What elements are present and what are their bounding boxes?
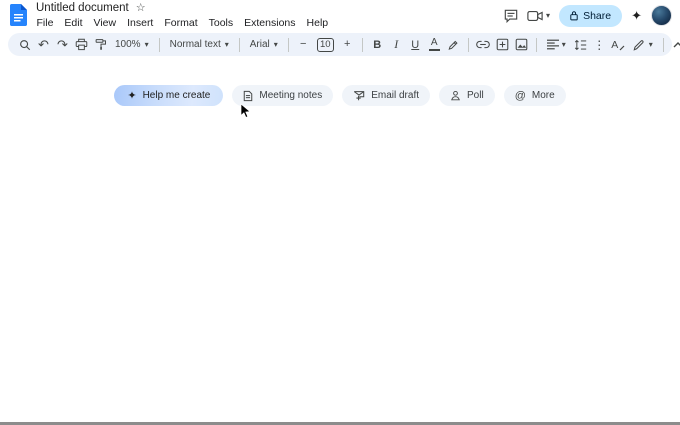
more-label: More <box>532 90 555 101</box>
more-toolbar-options-icon[interactable]: ⋮ <box>591 35 608 54</box>
hide-menus-icon[interactable] <box>670 35 680 54</box>
decrease-font-size-button[interactable]: − <box>295 35 312 54</box>
lock-icon <box>570 10 578 21</box>
email-draft-icon <box>353 90 365 101</box>
star-document-icon[interactable]: ☆ <box>136 3 146 14</box>
meeting-notes-label: Meeting notes <box>259 90 322 101</box>
email-draft-chip[interactable]: Email draft <box>342 85 430 106</box>
comment-history-icon[interactable] <box>504 9 518 23</box>
toolbar-divider <box>288 38 289 52</box>
poll-person-icon <box>450 90 461 101</box>
toolbar-divider <box>362 38 363 52</box>
toolbar-divider <box>159 38 160 52</box>
user-avatar[interactable] <box>651 5 672 26</box>
font-family-select[interactable]: Arial ▾ <box>246 35 282 54</box>
align-caret-icon: ▾ <box>562 41 566 49</box>
menu-extensions[interactable]: Extensions <box>239 16 301 30</box>
italic-icon[interactable]: I <box>388 35 405 54</box>
meet-dropdown-caret-icon[interactable]: ▾ <box>546 12 550 20</box>
pen-markup-select[interactable]: ▾ <box>629 35 657 54</box>
app-header: Untitled document ☆ File Edit View Inser… <box>0 0 680 31</box>
poll-chip[interactable]: Poll <box>439 85 495 106</box>
toolbar-divider <box>468 38 469 52</box>
paragraph-style-value: Normal text <box>170 39 221 50</box>
google-docs-logo-icon[interactable] <box>10 4 27 26</box>
font-family-value: Arial <box>250 39 270 50</box>
menubar: File Edit View Insert Format Tools Exten… <box>31 16 334 30</box>
toolbar-divider <box>536 38 537 52</box>
bold-icon[interactable]: B <box>369 35 386 54</box>
menu-insert[interactable]: Insert <box>122 16 159 30</box>
align-left-icon <box>547 39 559 50</box>
sparkle-icon: ✦ <box>127 89 136 102</box>
insert-image-icon[interactable] <box>513 35 530 54</box>
at-sign-icon: @ <box>515 90 526 102</box>
print-icon[interactable] <box>73 35 90 54</box>
line-spacing-icon[interactable] <box>572 35 589 54</box>
undo-icon[interactable]: ↶ <box>35 35 52 54</box>
zoom-select[interactable]: 100% ▾ <box>111 35 153 54</box>
text-color-bar <box>429 49 440 52</box>
meeting-notes-doc-icon <box>243 90 253 102</box>
font-size-input[interactable]: 10 <box>317 38 334 52</box>
document-title[interactable]: Untitled document <box>36 2 129 14</box>
redo-icon[interactable]: ↷ <box>54 35 71 54</box>
paragraph-style-caret-icon: ▾ <box>225 41 229 49</box>
pen-icon <box>633 39 645 51</box>
share-button-label: Share <box>583 10 611 22</box>
menu-file[interactable]: File <box>31 16 59 30</box>
share-button[interactable]: Share <box>559 5 622 27</box>
building-blocks-row: ✦ Help me create Meeting notes Email dra… <box>0 85 680 106</box>
toolbar: ↶ ↷ 100% ▾ Normal text ▾ Arial ▾ − 10 + … <box>8 33 672 56</box>
menu-tools[interactable]: Tools <box>203 16 239 30</box>
toolbar-divider <box>663 38 664 52</box>
text-color-letter: A <box>431 38 438 48</box>
menu-help[interactable]: Help <box>301 16 334 30</box>
add-comment-icon[interactable] <box>494 35 511 54</box>
mouse-cursor <box>240 103 251 119</box>
insert-link-icon[interactable] <box>475 35 492 54</box>
gemini-sparkle-icon[interactable]: ✦ <box>631 9 642 22</box>
pen-caret-icon: ▾ <box>649 41 653 49</box>
paragraph-style-select[interactable]: Normal text ▾ <box>166 35 233 54</box>
help-me-create-chip[interactable]: ✦ Help me create <box>114 85 223 106</box>
toolbar-divider <box>239 38 240 52</box>
menu-edit[interactable]: Edit <box>59 16 88 30</box>
document-canvas[interactable] <box>0 60 680 422</box>
poll-label: Poll <box>467 90 484 101</box>
increase-font-size-button[interactable]: + <box>339 35 356 54</box>
search-menus-icon[interactable] <box>16 35 33 54</box>
text-color-icon[interactable]: A <box>426 35 443 54</box>
spell-check-icon[interactable]: A <box>610 35 627 54</box>
align-select[interactable]: ▾ <box>543 35 570 54</box>
font-family-caret-icon: ▾ <box>274 41 278 49</box>
paint-format-icon[interactable] <box>92 35 109 54</box>
meet-video-call-icon[interactable]: ▾ <box>527 10 550 22</box>
zoom-value: 100% <box>115 39 141 50</box>
menu-format[interactable]: Format <box>159 16 203 30</box>
more-chip[interactable]: @ More <box>504 85 566 106</box>
highlight-color-icon[interactable] <box>445 35 462 54</box>
zoom-caret-icon: ▾ <box>145 41 149 49</box>
email-draft-label: Email draft <box>371 90 419 101</box>
help-me-create-label: Help me create <box>143 90 211 101</box>
menu-view[interactable]: View <box>88 16 122 30</box>
underline-icon[interactable]: U <box>407 35 424 54</box>
